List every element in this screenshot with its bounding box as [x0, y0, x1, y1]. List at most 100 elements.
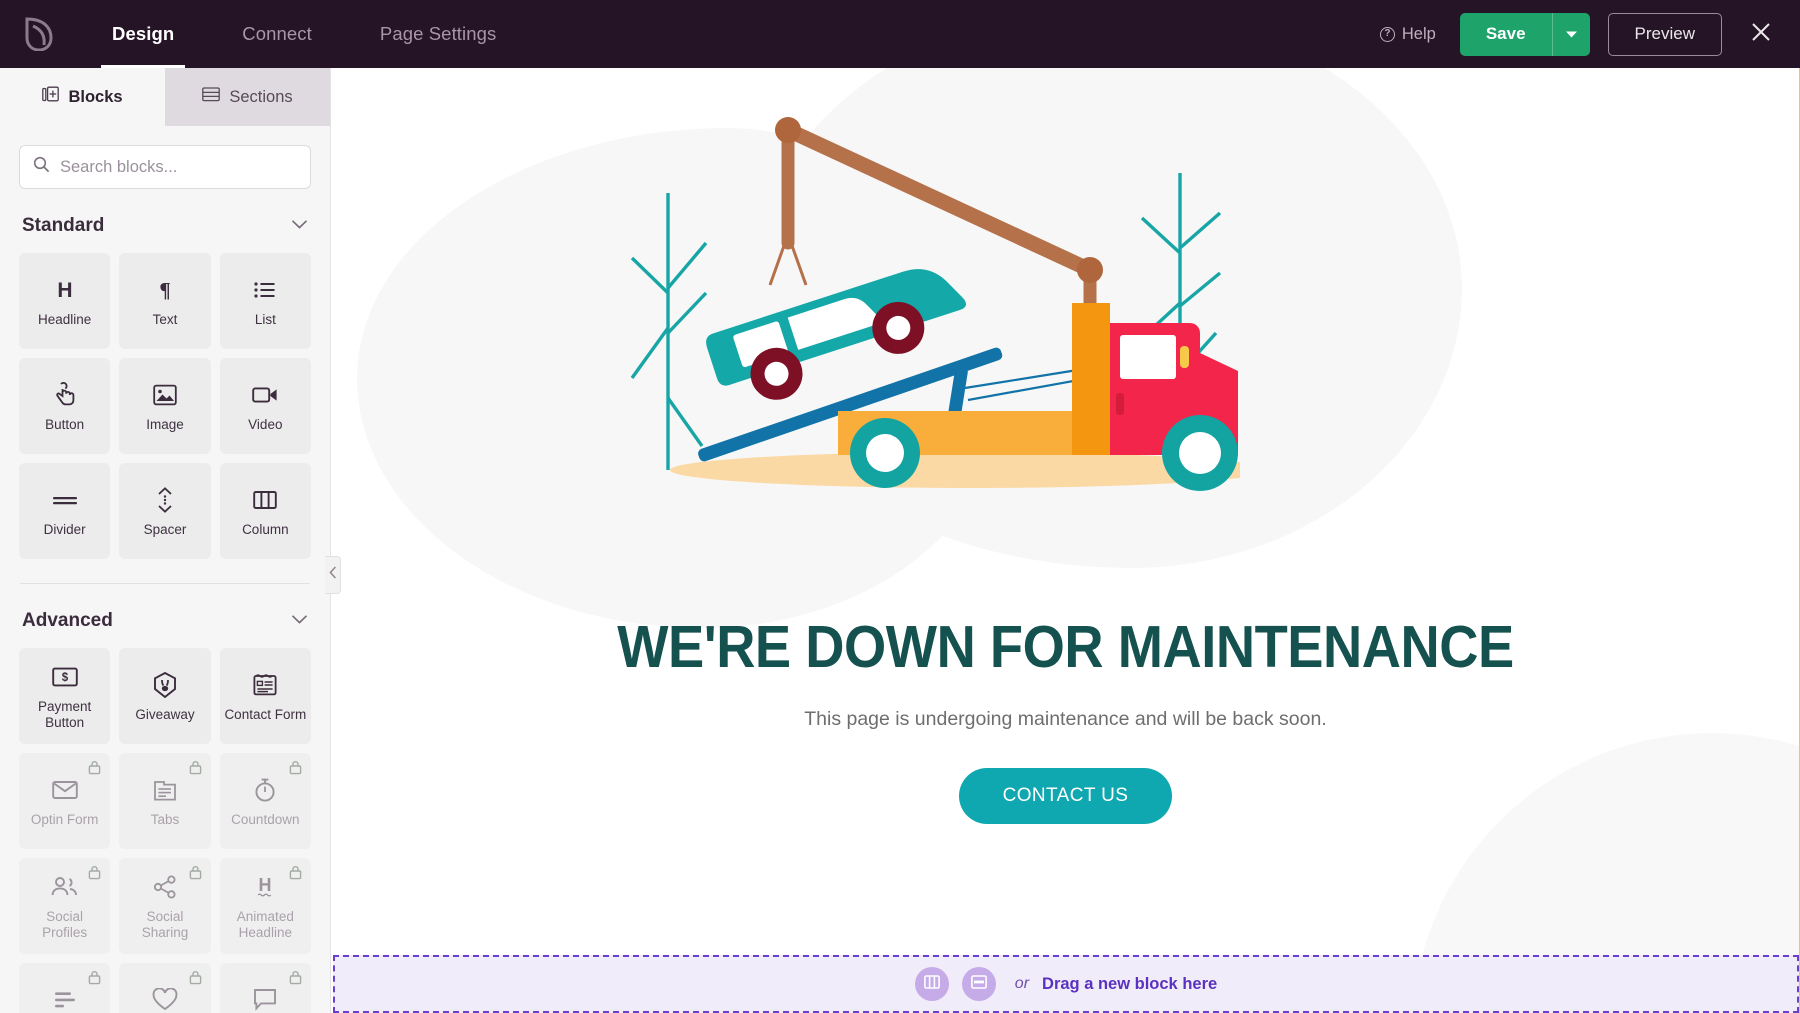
progress-bar-icon: [53, 984, 77, 1013]
page-headline[interactable]: WE'RE DOWN FOR MAINTENANCE: [391, 613, 1741, 681]
block-card-text[interactable]: ¶ Text: [119, 253, 210, 349]
block-card-social-profiles[interactable]: Social Profiles: [19, 858, 110, 954]
save-button[interactable]: Save: [1460, 13, 1552, 56]
lock-icon: [289, 970, 302, 985]
paragraph-pilcrow-icon: ¶: [153, 274, 177, 306]
nav-tab-connect[interactable]: Connect: [208, 0, 346, 68]
block-label: Tabs: [148, 812, 183, 828]
dropzone-or-label: or: [1015, 975, 1029, 993]
social-profiles-icon: [51, 871, 79, 903]
nav-tab-page-settings[interactable]: Page Settings: [346, 0, 531, 68]
giveaway-trophy-icon: [153, 669, 177, 701]
headline-h-icon: H: [53, 274, 77, 306]
block-label: Social Sharing: [119, 909, 210, 942]
block-card-headline[interactable]: H Headline: [19, 253, 110, 349]
lock-icon: [88, 865, 101, 880]
standard-blocks-grid: H Headline ¶ Text List: [0, 241, 330, 559]
chevron-down-icon[interactable]: [291, 612, 308, 630]
tabs-icon: [153, 774, 177, 806]
nav-tab-page-settings-label: Page Settings: [380, 23, 497, 45]
contact-us-button[interactable]: CONTACT US: [959, 768, 1173, 824]
contact-form-icon: [253, 669, 277, 701]
add-column-button[interactable]: [915, 967, 949, 1001]
block-label: Divider: [41, 522, 89, 538]
block-card-optin-form[interactable]: Optin Form: [19, 753, 110, 849]
sections-icon: [202, 87, 220, 107]
lock-icon: [189, 865, 202, 880]
svg-text:H: H: [259, 875, 272, 895]
block-card-spacer[interactable]: Spacer: [119, 463, 210, 559]
block-label: List: [252, 312, 279, 328]
block-card-button[interactable]: Button: [19, 358, 110, 454]
block-card-icon[interactable]: Icon: [119, 963, 210, 1013]
save-label: Save: [1486, 24, 1526, 44]
lock-icon: [88, 970, 101, 985]
add-block-icon: [42, 86, 59, 108]
block-card-payment-button[interactable]: $ Payment Button: [19, 648, 110, 744]
block-card-testimonials[interactable]: Testimonials: [220, 963, 311, 1013]
preview-label: Preview: [1635, 24, 1695, 44]
block-card-animated-headline[interactable]: H Animated Headline: [220, 858, 311, 954]
block-label: Contact Form: [221, 707, 309, 723]
image-picture-icon: [153, 379, 177, 411]
svg-text:¶: ¶: [159, 278, 170, 302]
close-button[interactable]: [1744, 17, 1778, 51]
sidebar-collapse-handle[interactable]: [325, 556, 341, 594]
lock-icon: [289, 865, 302, 880]
block-card-image[interactable]: Image: [119, 358, 210, 454]
block-label: Column: [239, 522, 292, 538]
tap-button-icon: [53, 379, 77, 411]
block-card-countdown[interactable]: Countdown: [220, 753, 311, 849]
section-header-standard[interactable]: Standard: [0, 211, 330, 241]
add-row-button[interactable]: [962, 967, 996, 1001]
sidebar-tab-blocks-label: Blocks: [68, 88, 122, 107]
block-card-column[interactable]: Column: [220, 463, 311, 559]
search-blocks-box[interactable]: [19, 145, 311, 189]
sidebar-tab-blocks[interactable]: Blocks: [0, 68, 165, 126]
block-card-video[interactable]: Video: [220, 358, 311, 454]
lock-icon: [189, 970, 202, 985]
block-card-progress-bar[interactable]: Progress Bar: [19, 963, 110, 1013]
nav-tab-design-label: Design: [112, 23, 174, 45]
block-label: Headline: [35, 312, 94, 328]
section-header-advanced[interactable]: Advanced: [0, 606, 330, 636]
drag-new-block-dropzone[interactable]: or Drag a new block here: [333, 955, 1799, 1013]
preview-button[interactable]: Preview: [1608, 13, 1722, 56]
lock-icon: [289, 760, 302, 775]
save-dropdown-button[interactable]: [1552, 13, 1590, 56]
chevron-left-icon: [329, 566, 337, 584]
heart-icon: [152, 984, 178, 1013]
section-title-standard: Standard: [22, 215, 104, 237]
cta-wrapper: CONTACT US: [332, 768, 1799, 824]
page-subtext[interactable]: This page is undergoing maintenance and …: [332, 708, 1799, 731]
tow-truck-maintenance-illustration: [620, 78, 1240, 503]
nav-tab-connect-label: Connect: [242, 23, 312, 45]
block-card-social-sharing[interactable]: Social Sharing: [119, 858, 210, 954]
help-button[interactable]: ? Help: [1380, 25, 1436, 44]
block-label: Payment Button: [19, 699, 110, 732]
block-card-giveaway[interactable]: Giveaway: [119, 648, 210, 744]
search-input[interactable]: [60, 158, 297, 177]
block-card-divider[interactable]: Divider: [19, 463, 110, 559]
search-area: [0, 126, 330, 189]
block-card-contact-form[interactable]: Contact Form: [220, 648, 311, 744]
main-nav: Design Connect Page Settings: [78, 0, 530, 68]
spacer-arrows-icon: [155, 484, 175, 516]
block-label: Countdown: [228, 812, 302, 828]
sidebar-tab-sections[interactable]: Sections: [165, 68, 330, 126]
block-label: Social Profiles: [19, 909, 110, 942]
block-card-tabs[interactable]: Tabs: [119, 753, 210, 849]
bullet-list-icon: [253, 274, 277, 306]
page-canvas: WE'RE DOWN FOR MAINTENANCE This page is …: [332, 68, 1800, 1013]
add-row-icon: [971, 975, 987, 994]
chevron-down-icon[interactable]: [291, 217, 308, 235]
block-card-list[interactable]: List: [220, 253, 311, 349]
block-label: Animated Headline: [220, 909, 311, 942]
divider-lines-icon: [52, 484, 78, 516]
animated-headline-icon: H: [253, 871, 277, 903]
dropzone-text: Drag a new block here: [1042, 975, 1217, 994]
nav-tab-design[interactable]: Design: [78, 0, 208, 68]
app-logo[interactable]: [0, 0, 78, 68]
search-icon: [33, 156, 50, 178]
share-nodes-icon: [153, 871, 177, 903]
